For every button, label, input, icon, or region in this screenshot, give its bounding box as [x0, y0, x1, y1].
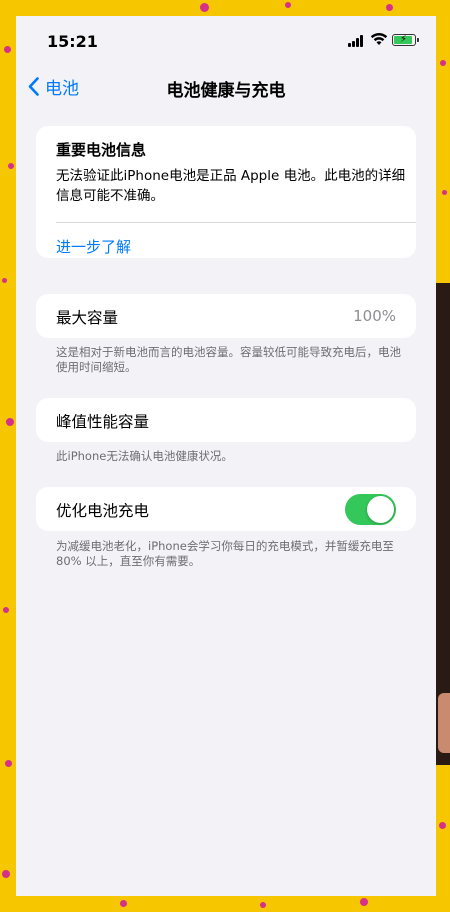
peak-performance-label: 峰值性能容量: [56, 413, 150, 431]
background-photo-face: [438, 693, 450, 753]
info-body: 无法验证此iPhone电池是正品 Apple 电池。此电池的详细信息可能不准确。: [56, 168, 406, 204]
decor-dot: [386, 4, 393, 11]
optimized-charging-row: 优化电池充电: [36, 487, 416, 531]
optimized-charging-label: 优化电池充电: [56, 502, 150, 520]
info-heading: 重要电池信息: [56, 141, 147, 159]
max-capacity-row: 最大容量 100%: [36, 294, 416, 338]
navigation-bar: 电池 电池健康与充电: [16, 72, 436, 102]
wifi-icon: [370, 32, 388, 45]
battery-charging-icon: ⚡: [392, 34, 419, 46]
peak-performance-footnote: 此iPhone无法确认电池健康状况。: [56, 449, 233, 463]
decor-dot: [360, 898, 368, 906]
decor-dot: [442, 190, 447, 195]
divider: [56, 222, 416, 223]
peak-performance-row: 峰值性能容量: [36, 398, 416, 442]
decor-dot: [440, 60, 446, 66]
battery-info-card: 重要电池信息 无法验证此iPhone电池是正品 Apple 电池。此电池的详细信…: [36, 126, 416, 258]
max-capacity-label: 最大容量: [56, 309, 119, 327]
page-title: 电池健康与充电: [166, 81, 286, 101]
decor-dot: [285, 2, 291, 8]
optimized-charging-footnote: 为减缓电池老化，iPhone会学习你每日的充电模式，并暂缓充电至 80% 以上，…: [56, 539, 394, 568]
toggle-knob: [367, 496, 394, 523]
decor-dot: [120, 900, 127, 907]
status-bar: 15:21 ⚡: [16, 16, 436, 66]
decor-dot: [6, 418, 14, 426]
background-photo-strip: [436, 283, 450, 765]
decor-dot: [4, 46, 11, 53]
decor-dot: [260, 902, 266, 908]
optimized-charging-toggle[interactable]: [345, 494, 396, 525]
phone-screen: 15:21 ⚡ 电池 电池健康与充电 重要电池信息 无法验证此iPhone电池是…: [16, 16, 436, 896]
max-capacity-value: 100%: [353, 307, 396, 325]
decor-dot: [8, 163, 14, 169]
cellular-signal-icon: [348, 35, 366, 47]
decor-dot: [5, 760, 12, 767]
decor-dot: [2, 278, 7, 283]
learn-more-link[interactable]: 进一步了解: [56, 236, 131, 257]
decor-dot: [200, 3, 209, 12]
decor-dot: [439, 822, 446, 829]
status-time: 15:21: [47, 32, 98, 51]
max-capacity-footnote: 这是相对于新电池而言的电池容量。容量较低可能导致充电后，电池使用时间缩短。: [56, 345, 401, 374]
decor-dot: [3, 607, 9, 613]
decor-dot: [2, 870, 10, 878]
